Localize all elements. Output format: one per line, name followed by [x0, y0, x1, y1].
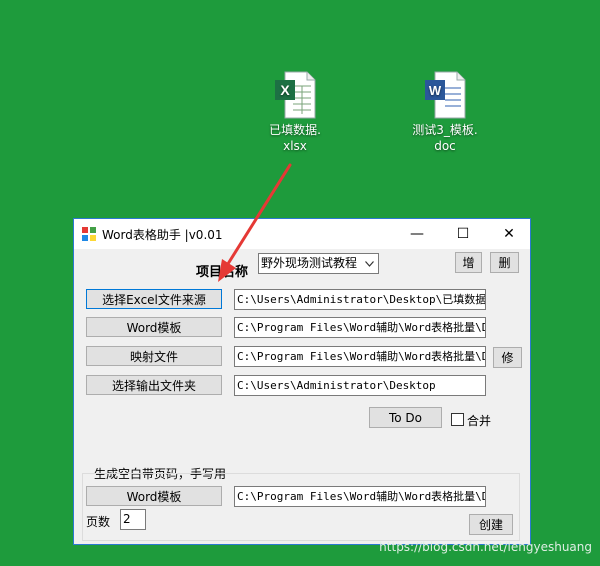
pages-input[interactable]: 2 — [120, 509, 146, 530]
maximize-icon: ☐ — [456, 226, 470, 242]
desktop-icon-excel-label-1: 已填数据. — [269, 123, 321, 137]
pages-label: 页数 — [86, 515, 111, 529]
todo-button[interactable]: To Do — [369, 407, 442, 428]
select-excel-button[interactable]: 选择Excel文件来源 — [86, 289, 222, 309]
maximize-button[interactable]: ☐ — [440, 219, 486, 249]
delete-project-button[interactable]: 删 — [490, 252, 519, 273]
mapping-file-button[interactable]: 映射文件 — [86, 346, 222, 366]
word-file-icon: W — [421, 70, 469, 120]
word-template-button[interactable]: Word模板 — [86, 317, 222, 337]
output-folder-path-input[interactable]: C:\Users\Administrator\Desktop — [234, 375, 486, 396]
excel-file-icon: X — [271, 70, 319, 120]
chevron-down-icon — [362, 254, 376, 273]
desktop-icon-excel[interactable]: X 已填数据. xlsx — [253, 70, 337, 154]
merge-label: 合并 — [467, 414, 492, 428]
app-window: Word表格助手 |v0.01 — ☐ ✕ 项目名称 野外现场测试教程 增 删 … — [73, 218, 531, 545]
word-template-path-input[interactable]: C:\Program Files\Word辅助\Word表格批量\Data — [234, 317, 486, 338]
window-title: Word表格助手 |v0.01 — [102, 228, 223, 242]
blank-section-group — [82, 473, 520, 541]
modify-mapping-button[interactable]: 修 — [493, 347, 522, 368]
project-name-value: 野外现场测试教程 — [261, 256, 358, 270]
merge-checkbox[interactable] — [451, 413, 464, 426]
desktop-icon-excel-label-2: xlsx — [283, 139, 307, 153]
svg-text:W: W — [429, 83, 442, 98]
svg-text:X: X — [280, 82, 290, 98]
minimize-button[interactable]: — — [394, 219, 440, 249]
project-name-label: 项目名称 — [196, 265, 249, 280]
blank-word-template-button[interactable]: Word模板 — [86, 486, 222, 506]
watermark-text: https://blog.csdn.net/lengyeshuang — [379, 540, 592, 554]
desktop-icon-word-label-1: 测试3_模板. — [412, 123, 478, 137]
desktop-icon-word[interactable]: W 测试3_模板. doc — [403, 70, 487, 154]
project-name-select[interactable]: 野外现场测试教程 — [258, 253, 379, 274]
blank-word-template-path-input[interactable]: C:\Program Files\Word辅助\Word表格批量\Data — [234, 486, 486, 507]
close-button[interactable]: ✕ — [486, 219, 532, 249]
add-project-button[interactable]: 增 — [455, 252, 482, 273]
title-bar[interactable]: Word表格助手 |v0.01 — ☐ ✕ — [74, 219, 530, 249]
minimize-icon: — — [410, 226, 424, 242]
select-output-folder-button[interactable]: 选择输出文件夹 — [86, 375, 222, 395]
app-icon — [82, 226, 96, 241]
excel-path-input[interactable]: C:\Users\Administrator\Desktop\已填数据.xlsx — [234, 289, 486, 310]
create-button[interactable]: 创建 — [469, 514, 513, 535]
close-icon: ✕ — [503, 226, 515, 242]
desktop-icon-word-label-2: doc — [434, 139, 456, 153]
mapping-file-path-input[interactable]: C:\Program Files\Word辅助\Word表格批量\Data — [234, 346, 486, 367]
